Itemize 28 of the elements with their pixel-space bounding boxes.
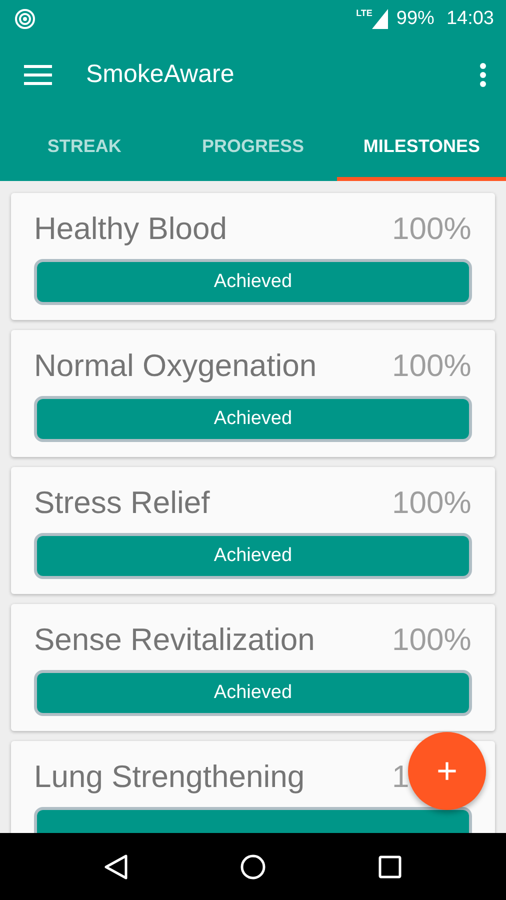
achieved-label: Achieved xyxy=(212,544,294,568)
milestone-name: Lung Strengthening xyxy=(34,758,305,796)
recent-apps-icon[interactable] xyxy=(378,854,402,878)
milestone-name: Stress Relief xyxy=(34,484,210,522)
tab[interactable]: PROGRESS xyxy=(168,112,338,181)
milestone-percent: 100% xyxy=(392,348,472,383)
clock-time: 14:03 xyxy=(446,6,494,31)
app-title: SmokeAware xyxy=(86,59,234,90)
milestone-name: Healthy Blood xyxy=(34,210,228,248)
milestone-name: Sense Revitalization xyxy=(34,621,315,659)
hotspot-icon xyxy=(14,8,36,30)
battery-percentage: 99% xyxy=(396,6,434,31)
menu-icon[interactable] xyxy=(24,65,52,85)
back-icon[interactable] xyxy=(104,854,128,880)
milestone-percent: 100% xyxy=(392,485,472,520)
home-icon[interactable] xyxy=(240,854,266,880)
signal-icon xyxy=(372,9,388,29)
more-options-icon[interactable] xyxy=(480,63,486,87)
tab[interactable]: STREAK xyxy=(0,112,169,181)
milestone-percent: 100% xyxy=(392,622,472,657)
achieved-label: Achieved xyxy=(212,681,294,705)
achieved-label: Achieved xyxy=(212,270,294,294)
milestone-percent: 100% xyxy=(392,211,472,246)
milestone-percent: 1 xyxy=(392,759,410,794)
achieved-label: Achieved xyxy=(212,407,294,431)
tab[interactable]: MILESTONES xyxy=(337,112,506,181)
network-type-label: LTE xyxy=(356,9,372,18)
milestone-name: Normal Oxygenation xyxy=(34,347,317,385)
